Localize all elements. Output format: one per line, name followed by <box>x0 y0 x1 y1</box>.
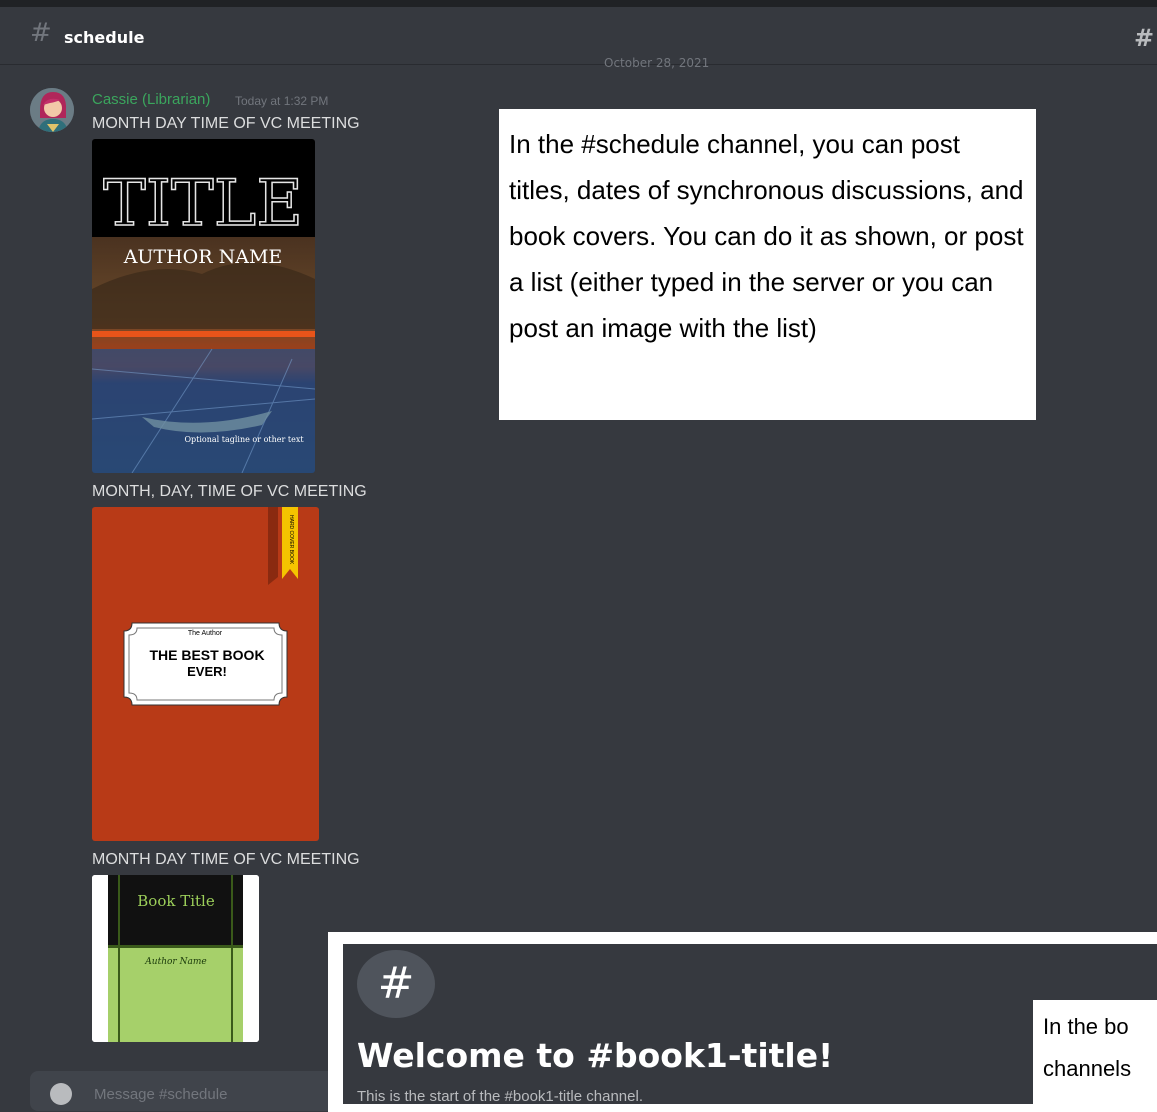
cover1-author: AUTHOR NAME <box>123 246 283 268</box>
book-cover-image-1[interactable]: TITLE AUTHOR NAME Optional tagline or ot… <box>92 139 315 473</box>
callout-line-2: channels <box>1043 1056 1132 1081</box>
threads-icon[interactable]: # <box>1134 24 1154 52</box>
message-timestamp: Today at 1:32 PM <box>235 94 329 108</box>
cover3-title: Book Title <box>137 892 215 910</box>
window-edge <box>0 0 1157 7</box>
book-cover-image-3[interactable]: Book Title Author Name <box>92 875 259 1042</box>
date-divider: October 28, 2021 <box>604 56 710 70</box>
message-author[interactable]: Cassie (Librarian) <box>92 91 210 108</box>
message-line-1: MONTH DAY TIME OF VC MEETING <box>92 115 360 132</box>
cover1-title: TITLE <box>103 167 303 241</box>
add-attachment-icon[interactable] <box>50 1083 72 1105</box>
welcome-subtitle: This is the start of the #book1-title ch… <box>357 1088 643 1105</box>
annotation-book-callout: In the bo channels <box>1033 1000 1157 1110</box>
annotation-schedule-callout: In the #schedule channel, you can post t… <box>499 109 1036 420</box>
hashtag-icon: # <box>357 950 435 1018</box>
hashtag-icon: # <box>30 18 52 48</box>
cover1-tagline: Optional tagline or other text <box>184 435 304 444</box>
channel-name: schedule <box>64 28 145 47</box>
message-line-3: MONTH DAY TIME OF VC MEETING <box>92 851 360 868</box>
callout-line-1: In the bo <box>1043 1014 1129 1039</box>
channel-header: # schedule # <box>0 0 1157 64</box>
avatar[interactable] <box>30 88 74 132</box>
cover2-title-line2: EVER! <box>187 664 227 679</box>
book-cover-image-2[interactable]: HARD COVER BOOK The Author THE BEST BOOK… <box>92 507 319 841</box>
cover2-title-line1: THE BEST BOOK <box>149 647 264 663</box>
cover2-author: The Author <box>188 630 223 637</box>
message-line-2: MONTH, DAY, TIME OF VC MEETING <box>92 483 367 500</box>
cover3-author: Author Name <box>144 957 206 967</box>
cover2-ribbon: HARD COVER BOOK <box>288 515 294 565</box>
welcome-title: Welcome to #book1-title! <box>357 1036 834 1075</box>
